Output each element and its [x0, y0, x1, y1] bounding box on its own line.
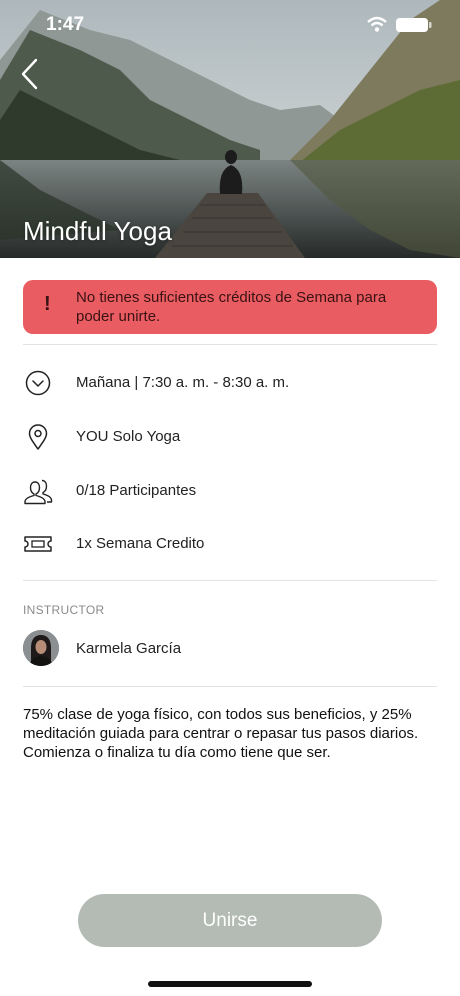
clock-icon: [25, 370, 51, 396]
divider: [23, 344, 437, 345]
instructor-section-label: INSTRUCTOR: [23, 603, 105, 617]
hero-image: 1:47 Mindful Yoga: [0, 0, 460, 258]
wifi-icon: [367, 16, 387, 32]
ticket-icon: [24, 536, 52, 552]
participants-icon: [24, 479, 53, 505]
divider: [23, 686, 437, 687]
participants-row: 0/18 Participantes: [23, 470, 437, 510]
instructor-name[interactable]: Karmela García: [76, 640, 181, 657]
location-pin-icon: [28, 424, 48, 450]
location-row: YOU Solo Yoga: [23, 416, 437, 456]
battery-icon: [396, 18, 432, 32]
divider: [23, 580, 437, 581]
class-title: Mindful Yoga: [23, 216, 172, 246]
chevron-left-icon: [21, 58, 38, 90]
alert-message: No tienes suficientes créditos de Semana…: [76, 289, 387, 325]
class-description: 75% clase de yoga físico, con todos sus …: [23, 706, 419, 761]
status-time: 1:47: [46, 14, 85, 35]
schedule-text: Mañana | 7:30 a. m. - 8:30 a. m.: [76, 374, 290, 391]
schedule-row: Mañana | 7:30 a. m. - 8:30 a. m.: [23, 362, 437, 402]
status-icons: [367, 16, 432, 32]
instructor-avatar[interactable]: [23, 630, 59, 666]
person-photo: [23, 630, 59, 666]
back-button[interactable]: [18, 56, 48, 92]
location-text: YOU Solo Yoga: [76, 428, 181, 445]
join-button[interactable]: Unirse: [78, 894, 382, 947]
insufficient-credits-alert: ! No tienes suficientes créditos de Sema…: [23, 280, 437, 334]
credit-row: 1x Semana Credito: [23, 523, 437, 563]
exclamation-icon: !: [44, 293, 51, 315]
credit-text: 1x Semana Credito: [76, 535, 205, 552]
participants-text: 0/18 Participantes: [76, 482, 197, 499]
home-indicator: [148, 981, 312, 987]
